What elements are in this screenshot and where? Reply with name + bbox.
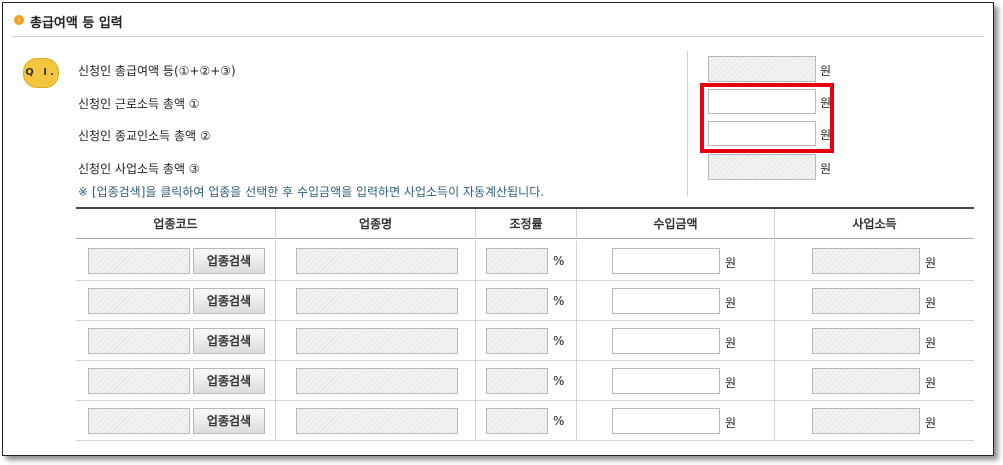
industry-code-field [88, 408, 190, 434]
unit-percent: % [553, 374, 565, 388]
adjustment-rate-field [486, 328, 548, 354]
col-header-adjustment-rate: 조정률 [476, 209, 577, 239]
business-income-field [812, 328, 920, 354]
industry-search-button[interactable]: 업종검색 [193, 368, 265, 394]
table-header: 업종코드 업종명 조정률 수입금액 사업소득 [76, 207, 974, 239]
col-header-business-income: 사업소득 [852, 217, 897, 231]
industry-search-button[interactable]: 업종검색 [193, 288, 265, 314]
industry-code-field [88, 248, 190, 274]
unit-won: 원 [925, 256, 937, 270]
business-income-field [812, 368, 920, 394]
business-income-total-field [708, 154, 816, 180]
highlight-box [700, 83, 834, 153]
industry-code-field [88, 328, 190, 354]
section-header: › 총급여액 등 입력 [3, 3, 993, 37]
unit-won: 원 [925, 376, 937, 390]
question-badge: Q I. [23, 58, 59, 88]
industry-name-field [296, 288, 458, 314]
table-row: 업종검색% 원 원 [76, 401, 974, 441]
industry-search-button[interactable]: 업종검색 [193, 408, 265, 434]
label-earned-income: 신청인 근로소득 총액 ① [78, 97, 200, 111]
revenue-input[interactable] [612, 288, 720, 314]
revenue-input[interactable] [612, 368, 720, 394]
industry-name-field [296, 408, 458, 434]
bullet-icon: › [14, 15, 24, 25]
label-religious-income: 신청인 종교인소득 총액 ② [78, 129, 211, 143]
adjustment-rate-field [486, 288, 548, 314]
label-business-income: 신청인 사업소득 총액 ③ [78, 162, 200, 176]
industry-name-field [296, 368, 458, 394]
adjustment-rate-field [486, 368, 548, 394]
unit-won: 원 [925, 336, 937, 350]
unit-won: 원 [725, 256, 737, 270]
col-header-revenue: 수입금액 [577, 209, 775, 239]
industry-code-field [88, 368, 190, 394]
business-income-field [812, 408, 920, 434]
industry-name-field [296, 248, 458, 274]
unit-won: 원 [925, 416, 937, 430]
adjustment-rate-field [486, 248, 548, 274]
unit-percent: % [553, 334, 565, 348]
revenue-input[interactable] [612, 408, 720, 434]
label-total-salary: 신청인 총급여액 등(①+②+③) [78, 64, 236, 78]
unit-percent: % [553, 294, 565, 308]
table-row: 업종검색% 원 원 [76, 281, 974, 321]
total-salary-field [708, 56, 816, 82]
unit-percent: % [553, 254, 565, 268]
table-row: 업종검색% 원 원 [76, 321, 974, 361]
col-header-industry-code: 업종코드 [76, 209, 276, 239]
info-note: ※ [업종검색]을 클릭하여 업종을 선택한 후 수입금액을 입력하면 사업소득… [78, 185, 545, 199]
industry-name-field [296, 328, 458, 354]
unit-won: 원 [820, 64, 832, 78]
tax-form-panel: › 총급여액 등 입력 Q I. 신청인 총급여액 등(①+②+③) 신청인 근… [2, 2, 994, 456]
section-title: 총급여액 등 입력 [30, 16, 123, 31]
unit-won: 원 [725, 416, 737, 430]
table-row: 업종검색% 원 원 [76, 241, 974, 281]
unit-won: 원 [820, 162, 832, 176]
industry-search-button[interactable]: 업종검색 [193, 328, 265, 354]
business-income-field [812, 288, 920, 314]
unit-percent: % [553, 414, 565, 428]
unit-won: 원 [925, 296, 937, 310]
unit-won: 원 [725, 376, 737, 390]
unit-won: 원 [725, 336, 737, 350]
industry-code-field [88, 288, 190, 314]
industry-search-button[interactable]: 업종검색 [193, 248, 265, 274]
business-income-field [812, 248, 920, 274]
revenue-input[interactable] [612, 328, 720, 354]
revenue-input[interactable] [612, 248, 720, 274]
vertical-divider [687, 51, 688, 196]
header-divider [12, 36, 984, 37]
col-header-industry-name: 업종명 [276, 209, 476, 239]
unit-won: 원 [725, 296, 737, 310]
adjustment-rate-field [486, 408, 548, 434]
table-row: 업종검색% 원 원 [76, 361, 974, 401]
